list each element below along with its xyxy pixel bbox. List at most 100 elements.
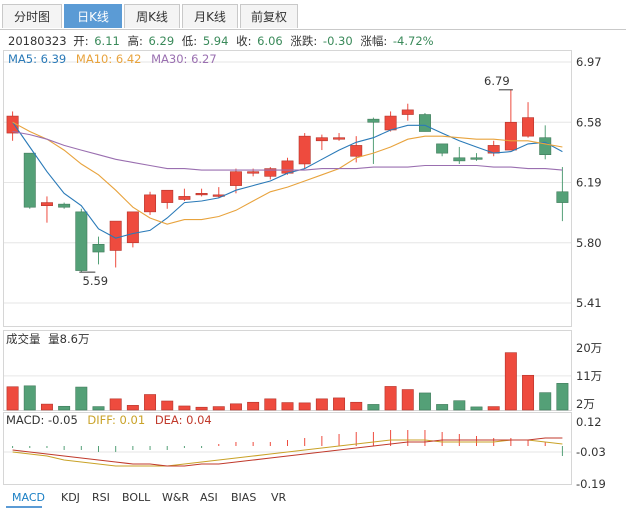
volume-bar [470,406,483,411]
volume-bar [23,385,36,411]
volume-bar [401,389,414,411]
candle-body [178,196,191,200]
candle-body [418,114,431,132]
candle [6,111,19,141]
indicator-tab-macd[interactable]: MACD [12,491,45,504]
candle [367,117,380,164]
volume-bar [384,386,397,411]
candle [350,136,363,163]
candle-body [350,145,363,157]
candle [436,143,449,157]
volume-bar [522,374,535,411]
candle-body [504,121,517,151]
candle-body [298,135,311,165]
svg-text:MA5: 6.39 MA10: 6.42 M: MA5: 6.39 MA10: 6.42 MA30: 6.27 [8,52,217,66]
svg-text:成交量 量8.6万: 成交量 量8.6万 [6,332,89,346]
volume-bar [436,404,449,411]
volume-bar [109,398,122,411]
candle-body [229,171,242,186]
volume-tick-label: 20万 [576,341,602,355]
low-label: 低: [182,34,197,48]
candle-body [436,143,449,154]
candle-body [23,152,36,208]
dea-value: DEA: 0.04 [155,413,212,427]
candle-body [453,157,466,162]
volume-bar [418,392,431,411]
volume-bar [75,386,88,411]
candle-body [195,193,208,196]
price-tick-label: 6.19 [576,176,602,190]
volume-bar [487,406,500,411]
candle-body [333,137,346,140]
tab-monthly-k[interactable]: 月K线 [182,4,238,28]
indicator-tab-rsi[interactable]: RSI [92,491,110,504]
volume-bar [126,405,139,411]
high-value: 6.29 [149,34,175,48]
macd-tick-label: -0.03 [576,445,606,459]
candle-body [75,211,88,271]
tab-timeshare[interactable]: 分时图 [2,4,62,28]
volume-bar [92,406,105,411]
volume-bar [195,406,208,411]
candle [453,146,466,164]
indicator-tab-bias[interactable]: BIAS [231,491,256,504]
macd-value: MACD: -0.05 [6,413,78,427]
candle [23,152,36,209]
header-date: 20180323 [8,34,67,48]
candle-body [522,117,535,137]
candle-body [539,137,552,155]
low-annotation: 5.59 [83,274,109,288]
price-tick-label: 6.58 [576,115,602,129]
pct-value: -4.72% [393,34,434,48]
indicator-tab-vr[interactable]: VR [271,491,286,504]
volume-bar [178,405,191,411]
volume-bar [453,400,466,411]
candle [264,167,277,180]
candle-body [58,203,71,208]
volume-bar [144,394,157,411]
period-tabs: 分时图 日K线 周K线 月K线 前复权 [0,0,626,30]
candle-body [92,243,105,253]
candle [40,196,53,223]
indicator-tab-kdj[interactable]: KDJ [61,491,80,504]
candle [58,202,71,209]
candle [556,167,569,222]
volume-tick-label: 11万 [576,369,602,383]
volume-bar [315,398,328,411]
volume-label: 成交量 [6,332,41,346]
candle [126,211,139,248]
candle [144,191,157,215]
candle [109,220,122,268]
volume-bar [247,401,260,411]
close-value: 6.06 [257,34,283,48]
candle [195,188,208,197]
candle [522,102,535,138]
low-value: 5.94 [203,34,229,48]
change-label: 涨跌: [290,34,317,48]
tab-forward-adjusted[interactable]: 前复权 [240,4,298,28]
volume-tick-label: 2万 [576,397,595,411]
volume-bar [212,406,225,411]
change-value: -0.30 [323,34,353,48]
diff-value: DIFF: 0.01 [87,413,145,427]
macd-tick-label: 0.12 [576,415,602,429]
indicator-tab-boll[interactable]: BOLL [122,491,150,504]
candle [75,208,88,273]
candle [333,133,346,141]
indicator-tab-wr[interactable]: W&R [162,491,189,504]
candle-body [161,189,174,203]
price-tick-label: 5.41 [576,296,602,310]
volume-bar [298,402,311,411]
close-label: 收: [236,34,251,48]
volume-bar [539,392,552,411]
indicator-tab-asi[interactable]: ASI [200,491,218,504]
volume-bar [350,401,363,411]
tab-daily-k[interactable]: 日K线 [64,4,122,28]
svg-text:MACD: -0.05 DIFF: 0.01: MACD: -0.05 DIFF: 0.01 DEA: 0.04 [6,413,212,427]
volume-bar [556,383,569,411]
candle-body [40,202,53,206]
candle [470,153,483,161]
tab-weekly-k[interactable]: 周K线 [124,4,180,28]
candle-body [401,109,414,115]
candle [178,188,191,202]
